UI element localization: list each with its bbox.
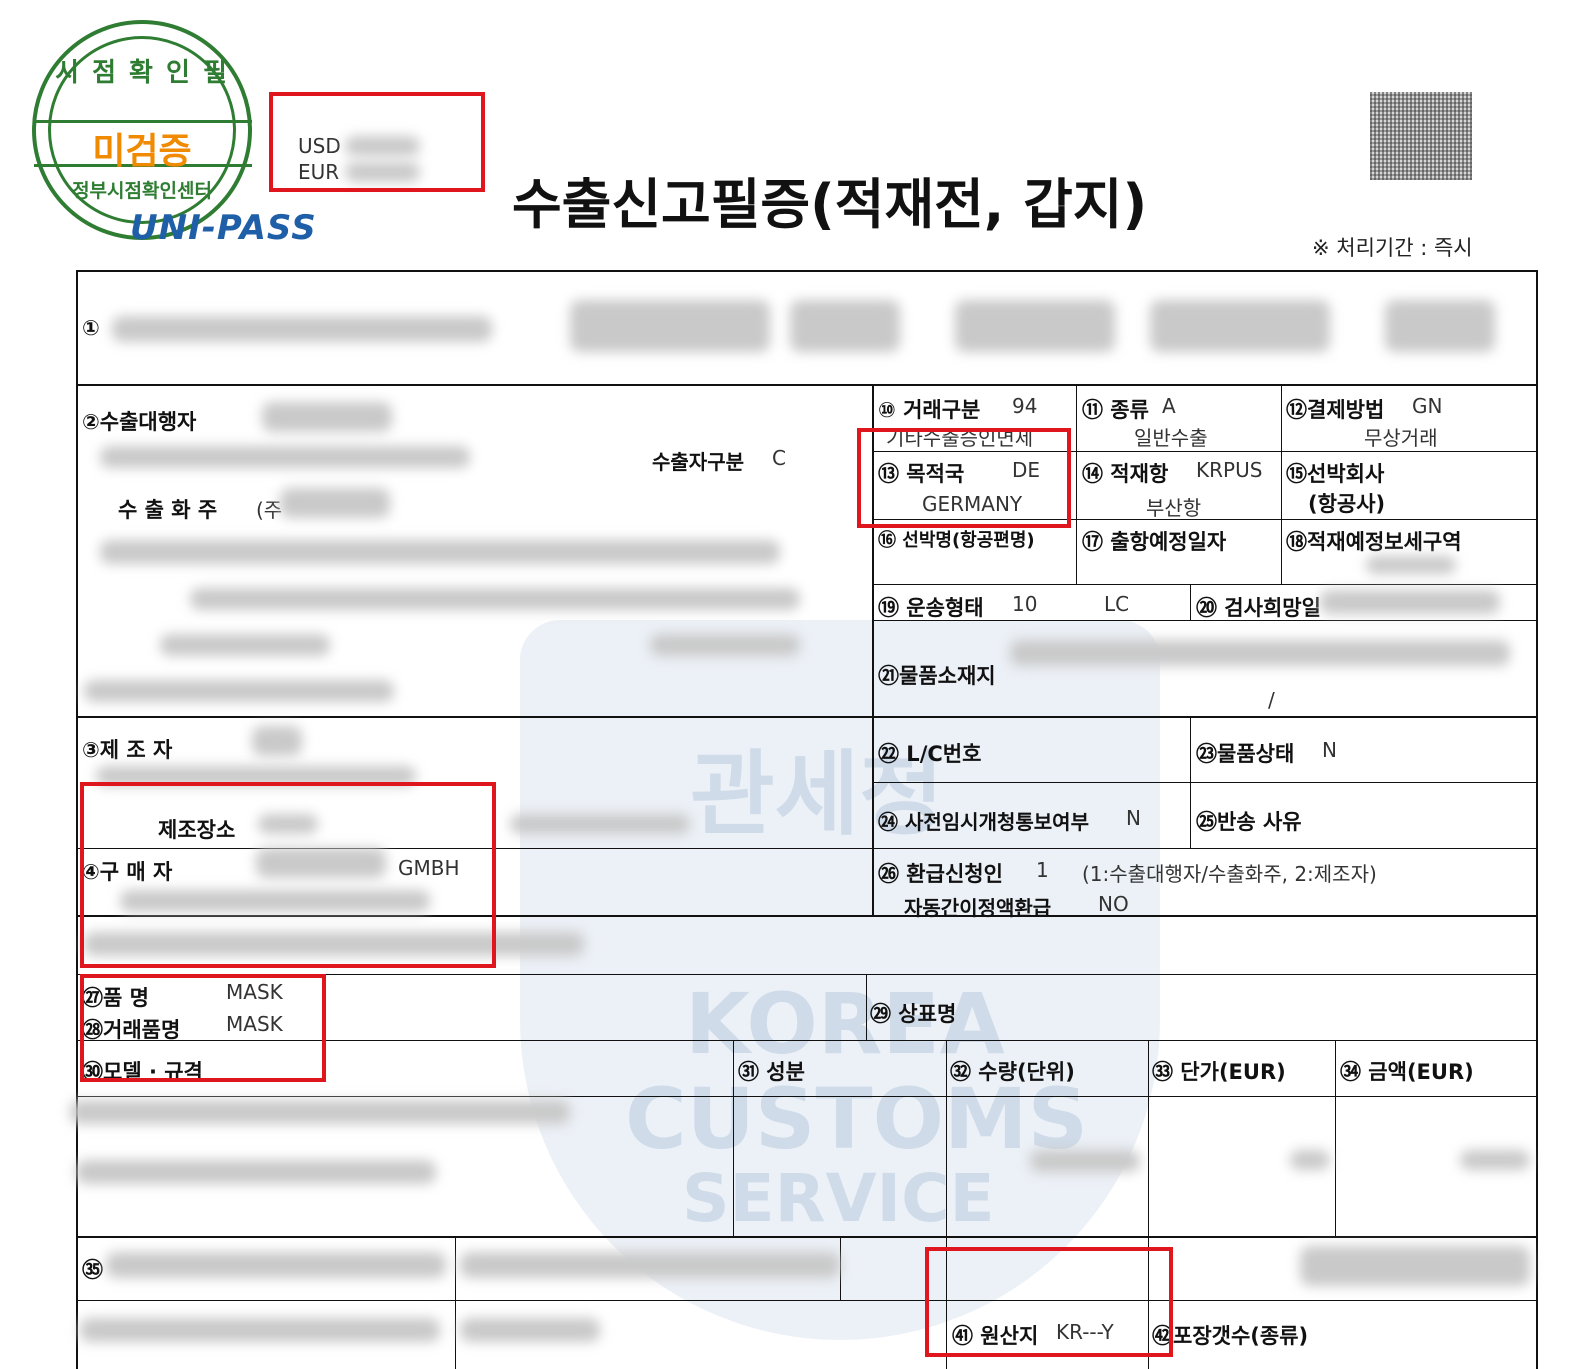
field-18-value-redacted xyxy=(1366,556,1456,574)
field-19-label: ⑲ 운송형태 xyxy=(878,596,984,620)
field-16-label: ⑯ 선박명(항공편명) xyxy=(878,530,1035,551)
origin-highlight-box xyxy=(925,1247,1173,1357)
shipper-bizno-redacted xyxy=(84,680,394,702)
unit-price-redacted xyxy=(1290,1150,1330,1170)
field-25-label: ㉕반송 사유 xyxy=(1196,810,1302,834)
field-42-label: ㊷포장갯수(종류) xyxy=(1152,1324,1309,1348)
shipper-rep-redacted xyxy=(160,634,330,656)
field-26-value: 1 xyxy=(1036,858,1049,882)
field-21-label: ㉑물품소재지 xyxy=(878,664,996,688)
quantity-redacted xyxy=(1030,1150,1140,1172)
exporter-type-value: C xyxy=(772,446,786,470)
destination-highlight-box xyxy=(857,428,1071,528)
shipper-code-redacted xyxy=(100,540,780,564)
field-35-label: ㉟ xyxy=(82,1258,103,1282)
hs-code-redacted xyxy=(106,1252,446,1278)
bottom-right-redacted xyxy=(1300,1246,1530,1286)
uni-pass-logo: UNI-PASS xyxy=(130,208,317,248)
model-spec-redacted-1 xyxy=(70,1100,570,1124)
field-29-label: ㉙ 상표명 xyxy=(870,1002,957,1026)
net-weight-redacted xyxy=(460,1252,840,1278)
processing-period: ※ 처리기간 : 즉시 xyxy=(1312,236,1473,260)
field-26-label: ㉖ 환급신청인 xyxy=(878,862,1003,886)
amount-redacted xyxy=(1460,1150,1530,1170)
field-20-value-redacted xyxy=(1320,590,1500,614)
field-23-value: N xyxy=(1322,738,1337,762)
shipper-label: 수 출 화 주 xyxy=(118,498,218,522)
field-20-label: ⑳ 검사희망일 xyxy=(1196,596,1321,620)
currency-highlight-box xyxy=(269,92,485,192)
field-14-desc: 부산항 xyxy=(1146,496,1202,520)
field-15-label2: (항공사) xyxy=(1308,492,1386,516)
top-row-redacted-4 xyxy=(1150,300,1330,352)
stamp-bottom-text: 정부시점확인센터 xyxy=(72,180,212,202)
exporter-type-label: 수출자구분 xyxy=(652,450,744,474)
model-spec-redacted-2 xyxy=(76,1160,436,1184)
field-18-label: ⑱적재예정보세구역 xyxy=(1286,530,1462,554)
industrial-complex-redacted xyxy=(510,814,690,834)
field-12-desc: 무상거래 xyxy=(1364,426,1438,450)
buyer-highlight-box xyxy=(80,782,496,968)
field-12-label: ⑫결제방법 xyxy=(1286,398,1385,422)
field-2-label: ②수출대행자 xyxy=(82,410,197,434)
field-22-label: ㉒ L/C번호 xyxy=(878,742,982,766)
field-10-code: 94 xyxy=(1012,394,1038,418)
declaration-no-redacted xyxy=(80,1318,440,1342)
field-33-label: ㉝ 단가(EUR) xyxy=(1152,1060,1286,1084)
import-decl-redacted xyxy=(460,1318,600,1342)
top-row-redacted-3 xyxy=(955,300,1115,352)
verification-stamp: 시 점 확 인 필 미검증 정부시점확인센터 xyxy=(32,20,252,240)
item-name-highlight-box xyxy=(80,974,326,1082)
field-19-code: 10 xyxy=(1012,592,1038,616)
auto-refund-label: 자동간이정액환급 xyxy=(904,896,1052,920)
field-14-label: ⑭ 적재항 xyxy=(1082,462,1169,486)
field-11-label: ⑪ 종류 xyxy=(1082,398,1149,422)
field-3-label: ③제 조 자 xyxy=(82,738,173,762)
qr-code-icon xyxy=(1370,92,1472,180)
field-23-label: ㉓물품상태 xyxy=(1196,742,1295,766)
stamp-center-text: 미검증 xyxy=(92,131,192,172)
field-34-label: ㉞ 금액(EUR) xyxy=(1340,1060,1474,1084)
agent-code-redacted xyxy=(100,446,470,468)
field-11-code: A xyxy=(1162,394,1176,418)
field-14-code: KRPUS xyxy=(1196,458,1263,482)
field-1-label: ① xyxy=(82,316,100,340)
shipper-name-redacted xyxy=(280,488,390,518)
field-31-label: ㉛ 성분 xyxy=(738,1060,805,1084)
declarant-redacted xyxy=(112,316,492,342)
stamp-top-text: 시 점 확 인 필 xyxy=(55,58,229,88)
field-24-value: N xyxy=(1126,806,1141,830)
agent-name-redacted xyxy=(262,402,392,432)
field-17-label: ⑰ 출항예정일자 xyxy=(1082,530,1227,554)
top-row-redacted-5 xyxy=(1385,300,1495,352)
shipper-postcode-redacted xyxy=(650,634,800,656)
field-26-desc: (1:수출대행자/수출화주, 2:제조자) xyxy=(1082,862,1377,886)
field-21-value: / xyxy=(1268,688,1275,712)
shipper-value-prefix: (주 xyxy=(256,498,283,522)
document-title: 수출신고필증(적재전, 갑지) xyxy=(512,173,1148,236)
field-11-desc: 일반수출 xyxy=(1134,426,1208,450)
field-32-label: ㉜ 수량(단위) xyxy=(950,1060,1075,1084)
field-19-desc: LC xyxy=(1104,592,1130,616)
field-12-code: GN xyxy=(1412,394,1443,418)
shipper-address-redacted xyxy=(190,588,800,610)
field-21-address-redacted xyxy=(1010,640,1510,666)
manufacturer-name-redacted xyxy=(252,726,302,756)
field-24-label: ㉔ 사전임시개청통보여부 xyxy=(878,810,1089,834)
auto-refund-value: NO xyxy=(1098,892,1129,916)
field-10-label: ⑩ 거래구분 xyxy=(878,398,981,422)
top-row-redacted-2 xyxy=(790,300,900,352)
top-row-redacted-1 xyxy=(570,300,770,352)
field-15-label: ⑮선박회사 xyxy=(1286,462,1385,486)
